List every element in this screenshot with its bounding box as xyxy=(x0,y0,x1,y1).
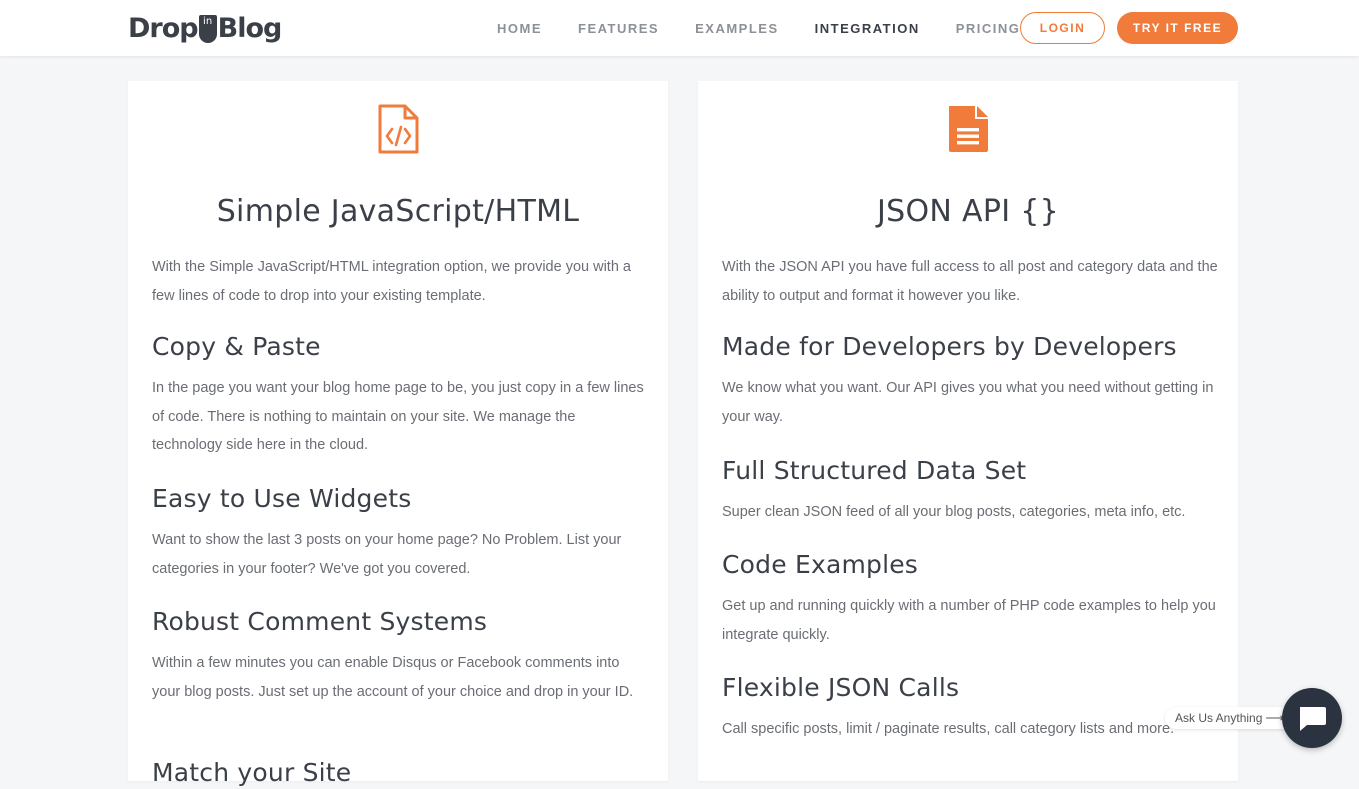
try-it-free-button[interactable]: TRY IT FREE xyxy=(1117,12,1238,44)
login-button[interactable]: LOGIN xyxy=(1020,12,1105,44)
chat-prompt[interactable]: Ask Us Anything ⟶ xyxy=(1165,707,1295,729)
logo-text-left: Drop xyxy=(128,12,199,44)
feature-text: Want to show the last 3 posts on your ho… xyxy=(152,532,622,577)
chat-button[interactable] xyxy=(1282,688,1342,748)
feature-text: We know what you want. Our API gives you… xyxy=(722,380,1214,425)
feature-block: Full Structured Data Set Super clean JSO… xyxy=(722,455,1218,527)
feature-block: Robust Comment Systems Within a few minu… xyxy=(152,606,648,706)
nav-integration[interactable]: INTEGRATION xyxy=(815,21,920,36)
file-text-icon xyxy=(698,104,1238,154)
feature-heading: Match your Site xyxy=(152,758,352,787)
feature-heading: Robust Comment Systems xyxy=(152,607,488,636)
nav-home[interactable]: HOME xyxy=(497,21,542,36)
chat-bubble-icon xyxy=(1300,707,1326,731)
card-title: Simple JavaScript/HTML xyxy=(216,194,580,229)
json-api-card: JSON API {} With the JSON API you have f… xyxy=(698,81,1238,781)
intro-text: With the JSON API you have full access t… xyxy=(722,259,1218,304)
feature-text: Within a few minutes you can enable Disq… xyxy=(152,655,634,700)
feature-block: Flexible JSON Calls Call specific posts,… xyxy=(722,672,1218,744)
js-html-card: Simple JavaScript/HTML With the Simple J… xyxy=(128,81,668,787)
card-intro: With the Simple JavaScript/HTML integrat… xyxy=(152,253,648,310)
nav-examples[interactable]: EXAMPLES xyxy=(695,21,779,36)
main-nav: HOME FEATURES EXAMPLES INTEGRATION PRICI… xyxy=(480,0,1056,56)
card-title: JSON API {} xyxy=(877,194,1059,229)
feature-heading: Flexible JSON Calls xyxy=(722,673,960,702)
card-intro: With the JSON API you have full access t… xyxy=(722,253,1218,310)
feature-block: Made for Developers by Developers We kno… xyxy=(722,331,1218,431)
feature-block: Easy to Use Widgets Want to show the las… xyxy=(152,483,648,583)
logo-pin: in xyxy=(198,15,217,43)
nav-pricing[interactable]: PRICING xyxy=(956,21,1021,36)
logo-text-right: Blog xyxy=(217,12,283,44)
feature-heading: Easy to Use Widgets xyxy=(152,484,412,513)
intro-text: With the Simple JavaScript/HTML integrat… xyxy=(152,259,631,304)
feature-block: Match your Site xyxy=(152,757,648,789)
feature-text: Get up and running quickly with a number… xyxy=(722,598,1216,643)
chat-prompt-label: Ask Us Anything xyxy=(1175,711,1263,725)
feature-heading: Copy & Paste xyxy=(152,332,321,361)
feature-block: Copy & Paste In the page you want your b… xyxy=(152,331,648,460)
feature-heading: Made for Developers by Developers xyxy=(722,332,1177,361)
feature-heading: Full Structured Data Set xyxy=(722,456,1027,485)
nav-features[interactable]: FEATURES xyxy=(578,21,659,36)
logo[interactable]: Drop in Blog xyxy=(128,12,283,44)
feature-block: Code Examples Get up and running quickly… xyxy=(722,549,1218,649)
feature-text: In the page you want your blog home page… xyxy=(152,380,644,454)
feature-text: Super clean JSON feed of all your blog p… xyxy=(722,504,1186,520)
feature-text: Call specific posts, limit / paginate re… xyxy=(722,721,1175,737)
file-code-icon xyxy=(128,104,668,154)
site-header: Drop in Blog HOME FEATURES EXAMPLES INTE… xyxy=(0,0,1359,56)
feature-heading: Code Examples xyxy=(722,550,919,579)
